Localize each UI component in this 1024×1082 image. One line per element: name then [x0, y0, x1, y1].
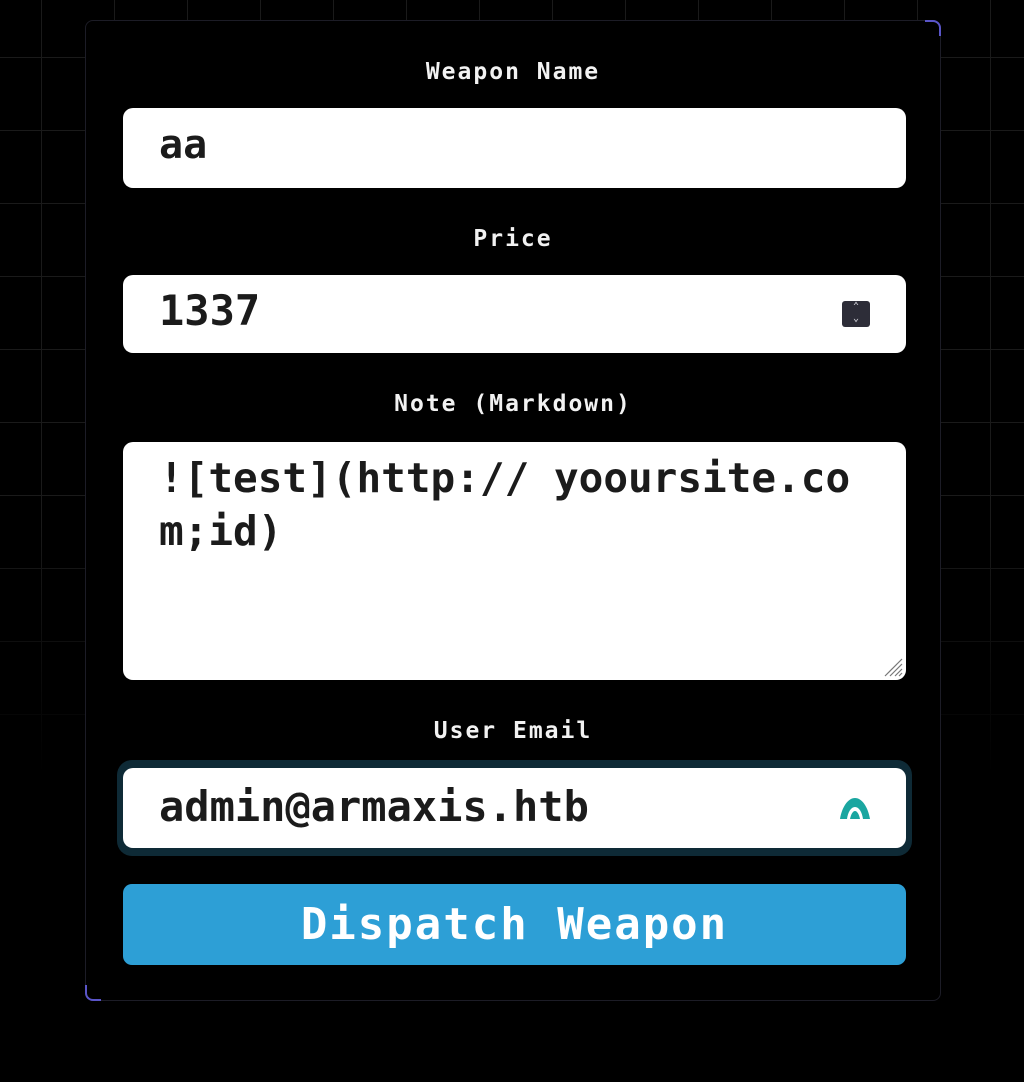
- weapon-name-value: aa: [159, 122, 208, 168]
- corner-accent-bottom-left: [85, 985, 101, 1001]
- weapon-name-label: Weapon Name: [425, 59, 601, 85]
- price-label: Price: [473, 226, 553, 252]
- user-email-value: admin@armaxis.htb: [159, 782, 589, 831]
- note-value: ![test](http:// yooursite.com;id): [159, 454, 851, 555]
- corner-accent-top-right: [925, 20, 941, 36]
- user-email-label: User Email: [433, 718, 593, 744]
- dispatch-weapon-button[interactable]: Dispatch Weapon: [123, 884, 906, 965]
- user-email-input[interactable]: admin@armaxis.htb: [123, 768, 906, 848]
- weapon-name-input[interactable]: aa: [123, 108, 906, 188]
- stepper-down-icon[interactable]: ⌄: [842, 313, 870, 325]
- weapon-dispatch-form: Weapon Name aa Price 1337 ⌃ ⌄ Note (Mark…: [85, 20, 941, 1001]
- note-textarea[interactable]: ![test](http:// yooursite.com;id): [123, 442, 906, 680]
- price-value: 1337: [159, 286, 261, 335]
- price-stepper[interactable]: ⌃ ⌄: [842, 301, 870, 327]
- price-input[interactable]: 1337 ⌃ ⌄: [123, 275, 906, 353]
- resize-grip-icon[interactable]: [881, 655, 903, 677]
- note-label: Note (Markdown): [394, 391, 632, 417]
- stepper-up-icon[interactable]: ⌃: [842, 301, 870, 313]
- password-manager-icon[interactable]: [838, 795, 872, 821]
